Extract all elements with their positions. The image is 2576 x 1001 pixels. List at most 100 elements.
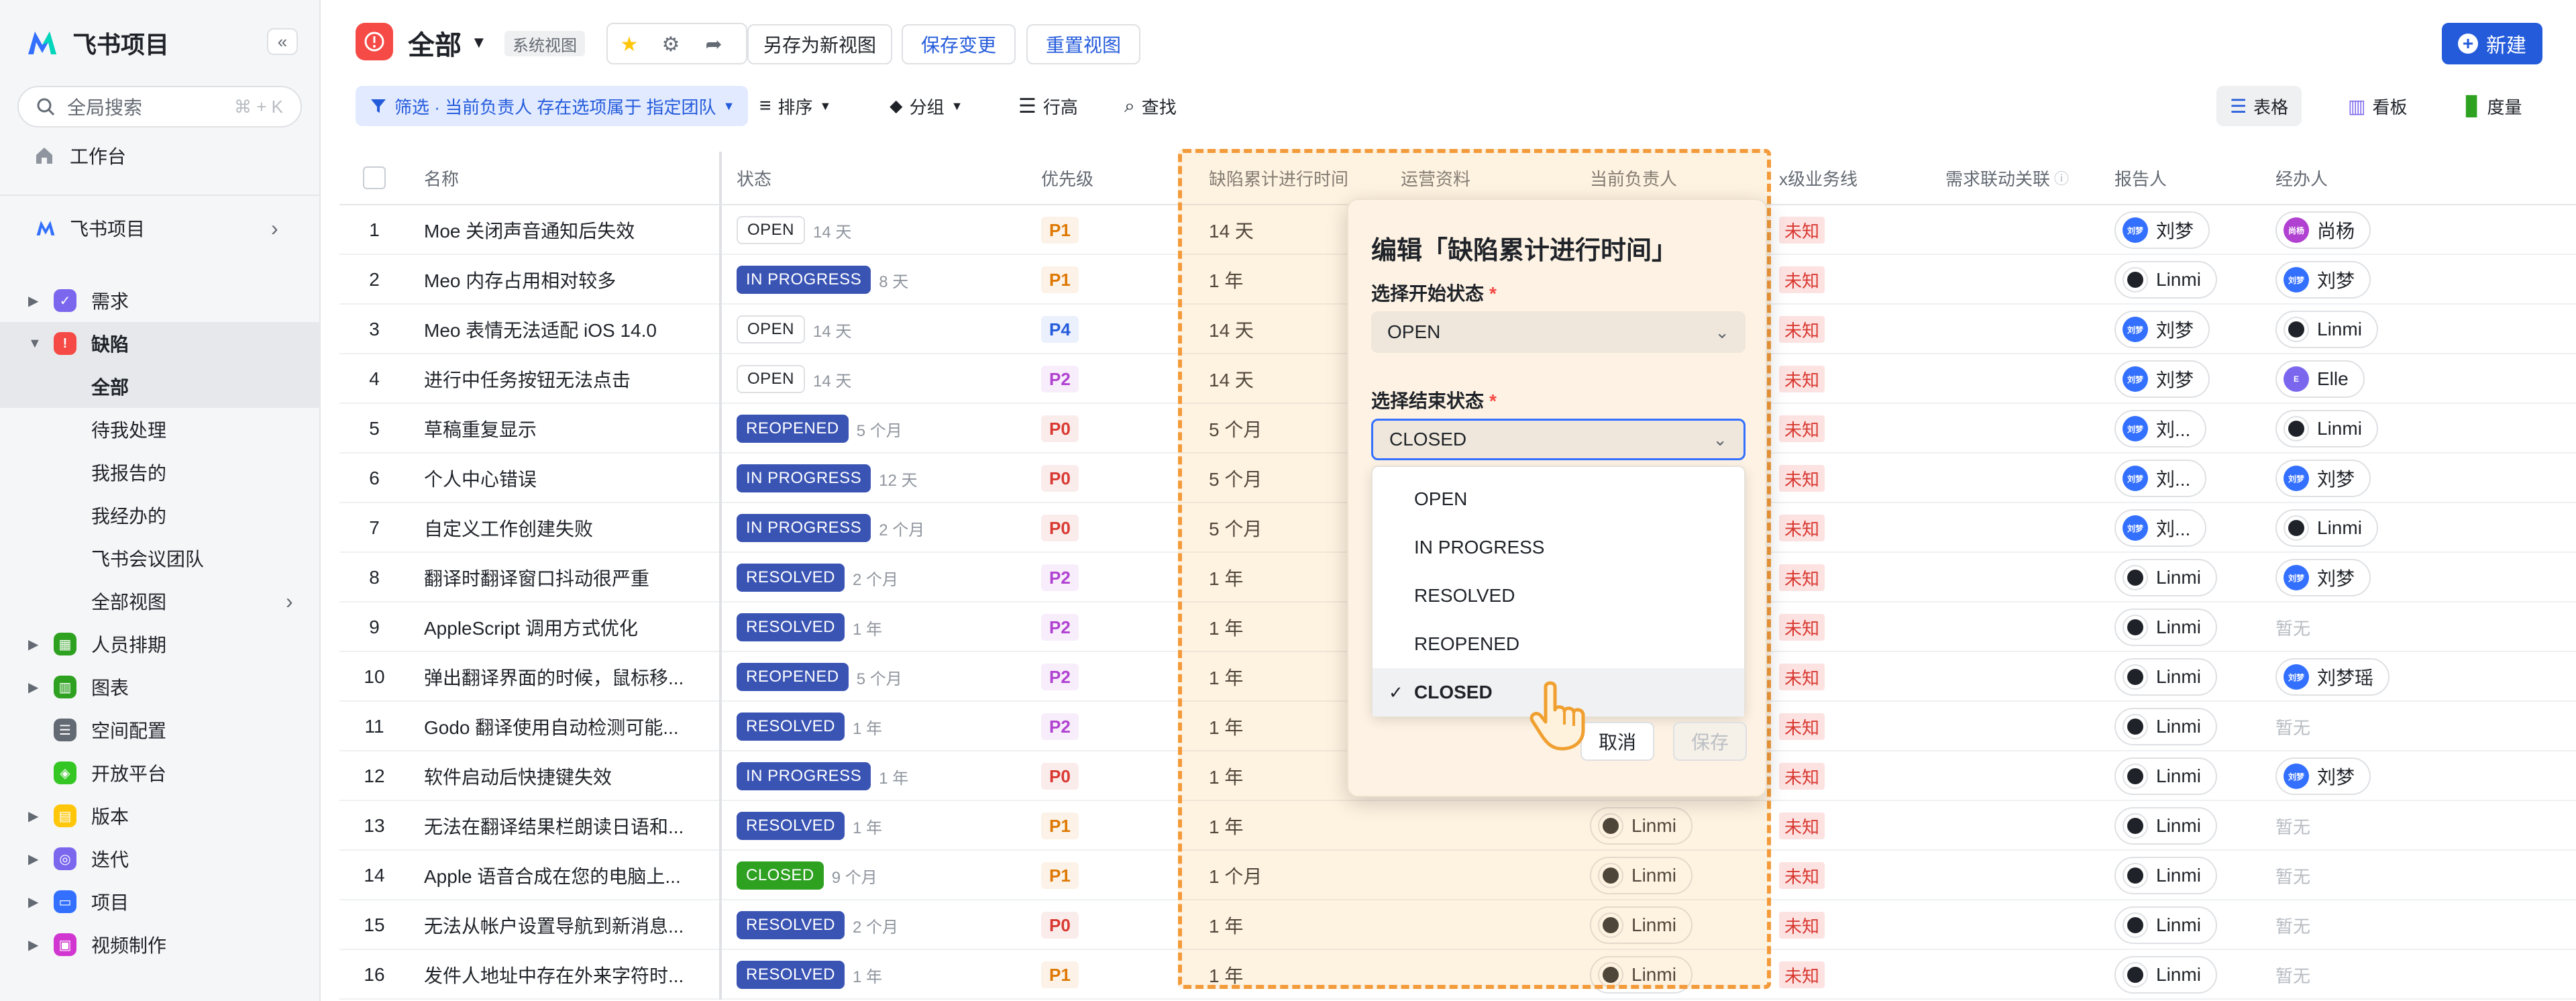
status-cell[interactable]: IN PROGRESS 2 个月 [722,503,1026,553]
reporter-chip[interactable]: 刘梦 刘... [2114,410,2207,447]
reporter-chip[interactable]: Linmi [2114,708,2217,745]
defect-name[interactable]: 发件人地址中存在外来字符时... [409,950,722,1000]
priority-cell[interactable]: P2 [1026,354,1194,404]
defect-name[interactable]: 弹出翻译界面的时候，鼠标移... [409,652,722,702]
reporter-chip[interactable]: 刘梦 刘... [2114,509,2207,547]
assignee-cell[interactable]: Linmi [2261,404,2576,454]
assignee-cell[interactable]: Linmi [2261,503,2576,553]
priority-cell[interactable]: P4 [1026,305,1194,354]
business-line-cell[interactable]: 未知 [1764,255,1931,305]
sidebar-sub-meeting-team[interactable]: 飞书会议团队 [0,537,321,580]
sidebar-item-video[interactable]: ▶ ▣ 视频制作 [0,923,321,966]
assignee-chip[interactable]: 刘梦 刘梦 [2275,460,2371,497]
reporter-chip[interactable]: Linmi [2114,559,2217,596]
reporter-chip[interactable]: Linmi [2114,757,2217,795]
reporter-cell[interactable]: Linmi [2100,553,2261,602]
sort-button[interactable]: ≡ 排序 ▼ [759,86,831,126]
assignee-cell[interactable]: 暂无 [2261,950,2576,1000]
sidebar-space-switcher[interactable]: 飞书项目 › [0,207,321,250]
row-height-button[interactable]: ☰ 行高 [1018,86,1078,126]
linked-requirement-cell[interactable] [1931,503,2100,553]
defect-name[interactable]: 个人中心错误 [409,454,722,503]
reporter-cell[interactable]: Linmi [2100,602,2261,652]
linked-requirement-cell[interactable] [1931,205,2100,255]
column-header-assignee[interactable]: 经办人 [2261,152,2576,205]
reporter-cell[interactable]: Linmi [2100,851,2261,900]
sidebar-item-project[interactable]: ▶ ▭ 项目 [0,880,321,923]
status-cell[interactable]: RESOLVED 2 个月 [722,900,1026,950]
reporter-cell[interactable]: Linmi [2100,950,2261,1000]
assignee-chip[interactable]: 刘梦 刘梦 [2275,757,2371,795]
reporter-cell[interactable]: Linmi [2100,751,2261,801]
reset-view-button[interactable]: 重置视图 [1026,24,1140,64]
global-search-input[interactable]: 全局搜索 ⌘ + K [17,86,302,127]
status-cell[interactable]: RESOLVED 1 年 [722,950,1026,1000]
priority-cell[interactable]: P0 [1026,454,1194,503]
reporter-cell[interactable]: 刘梦 刘... [2100,454,2261,503]
app-logo[interactable]: 飞书项目 [25,25,169,60]
priority-cell[interactable]: P0 [1026,404,1194,454]
defect-name[interactable]: 进行中任务按钮无法点击 [409,354,722,404]
assignee-chip[interactable]: 刘梦 刘梦瑶 [2275,658,2390,696]
assignee-cell[interactable]: 尚杨 尚杨 [2261,205,2576,255]
reporter-chip[interactable]: 刘梦 刘梦 [2114,311,2210,348]
priority-cell[interactable]: P1 [1026,950,1194,1000]
start-status-select[interactable]: OPEN ⌄ [1371,311,1746,353]
linked-requirement-cell[interactable] [1931,900,2100,950]
reporter-cell[interactable]: Linmi [2100,801,2261,851]
reporter-chip[interactable]: 刘梦 刘梦 [2114,211,2210,249]
reporter-cell[interactable]: 刘梦 刘梦 [2100,354,2261,404]
linked-requirement-cell[interactable] [1931,751,2100,801]
sidebar-item-defects[interactable]: ▼ ! 缺陷 [0,322,321,365]
find-button[interactable]: ⌕ 查找 [1124,86,1177,126]
gear-icon[interactable]: ⚙ [651,24,691,64]
business-line-cell[interactable]: 未知 [1764,305,1931,354]
assignee-cell[interactable]: 暂无 [2261,900,2576,950]
end-status-select[interactable]: CLOSED ⌄ [1371,419,1746,460]
sidebar-sub-all-views[interactable]: 全部视图 › [0,580,321,623]
reporter-cell[interactable]: Linmi [2100,652,2261,702]
assignee-chip[interactable]: 尚杨 尚杨 [2275,211,2371,249]
assignee-cell[interactable]: 暂无 [2261,602,2576,652]
dropdown-option-reopened[interactable]: REOPENED [1373,620,1744,668]
sidebar-item-requirements[interactable]: ▶ ✓ 需求 [0,279,321,322]
sidebar-item-version[interactable]: ▶ ▤ 版本 [0,794,321,837]
status-cell[interactable]: OPEN 14 天 [722,354,1026,404]
assignee-chip[interactable]: Linmi [2275,509,2378,547]
sidebar-item-staffing[interactable]: ▶ ▦ 人员排期 [0,623,321,666]
assignee-cell[interactable]: 刘梦 刘梦 [2261,553,2576,602]
status-cell[interactable]: RESOLVED 1 年 [722,602,1026,652]
priority-cell[interactable]: P1 [1026,205,1194,255]
assignee-cell[interactable]: 刘梦 刘梦 [2261,751,2576,801]
priority-cell[interactable]: P0 [1026,900,1194,950]
business-line-cell[interactable]: 未知 [1764,751,1931,801]
linked-requirement-cell[interactable] [1931,950,2100,1000]
defect-name[interactable]: Moe 关闭声音通知后失效 [409,205,722,255]
business-line-cell[interactable]: 未知 [1764,354,1931,404]
column-header-linked-requirement[interactable]: 需求联动关联 ⓘ [1931,152,2100,205]
priority-cell[interactable]: P0 [1026,751,1194,801]
business-line-cell[interactable]: 未知 [1764,950,1931,1000]
sidebar-item-space-config[interactable]: ☰ 空间配置 [0,708,321,751]
sidebar-sub-all[interactable]: 全部 [0,365,321,408]
assignee-chip[interactable]: Linmi [2275,410,2378,447]
status-cell[interactable]: CLOSED 9 个月 [722,851,1026,900]
reporter-chip[interactable]: Linmi [2114,807,2217,845]
priority-cell[interactable]: P1 [1026,801,1194,851]
reporter-cell[interactable]: 刘梦 刘梦 [2100,305,2261,354]
select-all-checkbox[interactable] [363,166,386,189]
assignee-cell[interactable]: Linmi [2261,305,2576,354]
priority-cell[interactable]: P0 [1026,503,1194,553]
group-button[interactable]: ⬥ 分组 ▼ [890,86,963,126]
assignee-cell[interactable]: 刘梦 刘梦 [2261,454,2576,503]
assignee-chip[interactable]: 刘梦 刘梦 [2275,559,2371,596]
defect-name[interactable]: 翻译时翻译窗口抖动很严重 [409,553,722,602]
reporter-chip[interactable]: Linmi [2114,906,2217,944]
defect-name[interactable]: 无法从帐户设置导航到新消息... [409,900,722,950]
assignee-cell[interactable]: 暂无 [2261,702,2576,751]
collapse-sidebar-button[interactable]: « [267,28,298,55]
column-header-status[interactable]: 状态 [722,152,1026,205]
linked-requirement-cell[interactable] [1931,404,2100,454]
business-line-cell[interactable]: 未知 [1764,801,1931,851]
business-line-cell[interactable]: 未知 [1764,652,1931,702]
